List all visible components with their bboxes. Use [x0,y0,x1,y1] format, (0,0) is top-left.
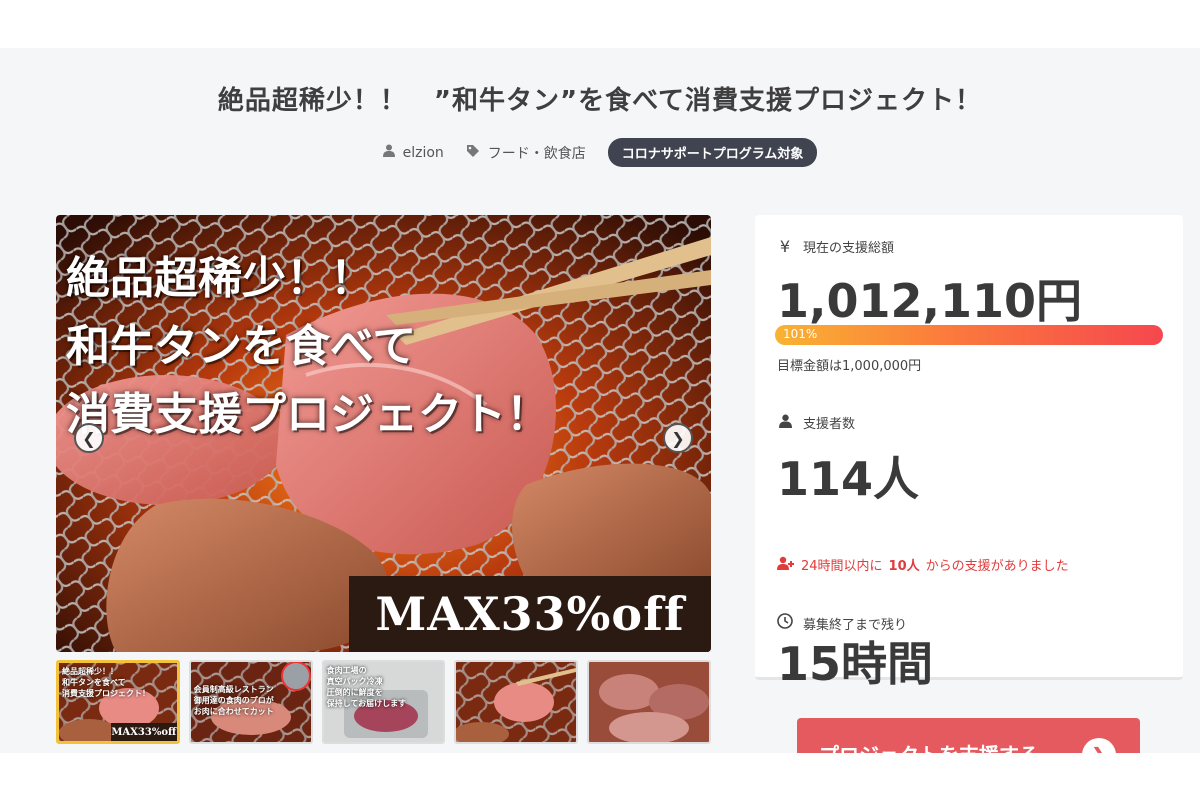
backers-label-text: 支援者数 [803,417,856,432]
user-icon [382,144,395,161]
thumbnail-banner: MAX33%off [110,723,177,741]
funding-stats-panel: ¥ 現在の支援総額 1,012,110円 101% 目標金額は1,000,000… [755,215,1183,687]
project-page: 絶品超稀少！！ ”和牛タン”を食べて消費支援プロジェクト！ elzion フード… [0,48,1200,753]
discount-banner: MAX33%off [349,576,711,652]
thumbnail-caption-line: 真空パック冷凍 [326,677,383,686]
tag-icon [466,144,480,162]
remaining-value: 15時間 [777,637,934,691]
chevron-left-icon: ❮ [82,428,96,448]
thumbnail-image [456,662,577,742]
thumbnail-1[interactable]: 絶品超稀少！！ 和牛タンを食べて 消費支援プロジェクト！ MAX33%off [56,660,180,744]
thumbnail-caption-line: 保持してお届けします [326,699,407,708]
category-name: フード・飲食店 [487,145,586,162]
thumbnail-caption-line: 和牛タンを食べて [62,678,126,687]
hero-overlay-line: 和牛タンを食べて [66,321,417,372]
recent-backers-notice: 24時間以内に 10人 からの支援がありました [777,555,1069,574]
users-plus-icon [777,556,795,574]
thumbnail-caption-line: お肉に合わせてカット [193,707,274,716]
thumbnail-caption-line: 絶品超稀少！！ [62,667,118,676]
recent-count: 10人 [888,559,920,574]
thumbnail-caption-line: 会員制高級レストラン [193,685,274,694]
thumbnail-caption: 会員制高級レストラン 御用達の食肉のプロが お肉に合わせてカット [194,684,274,717]
page-bottom-area [0,753,1200,800]
carousel-next-button[interactable]: ❯ [663,423,693,453]
progress-percent: 101% [783,327,818,341]
remaining-label-text: 募集終了まで残り [803,617,908,633]
thumbnail-caption-line: 圧倒的に鮮度を [326,688,383,697]
thumbnail-2[interactable]: 会員制高級レストラン 御用達の食肉のプロが お肉に合わせてカット [188,660,313,744]
thumbnail-caption-line: 消費支援プロジェクト！ [62,689,150,698]
support-project-button[interactable]: プロジェクトを支援する ❯ [797,718,1140,753]
project-meta: elzion フード・飲食店 コロナサポートプログラム対象 [0,138,1200,167]
arrow-right-circle-icon: ❯ [1082,738,1116,753]
thumbnail-caption-line: 御用達の食肉のプロが [193,696,274,705]
backers-value: 114人 [777,452,920,506]
thumbnail-5[interactable] [587,660,711,744]
carousel-prev-button[interactable]: ❮ [74,423,104,453]
thumbnail-caption-line: 食肉工場の [326,666,367,675]
amount-label: ¥ 現在の支援総額 [777,237,894,256]
funding-progress-bar: 101% [775,325,1163,345]
thumbnail-caption: 絶品超稀少！！ 和牛タンを食べて 消費支援プロジェクト！ [62,666,150,699]
clock-icon [777,613,793,633]
recent-suffix: からの支援がありました [925,559,1069,574]
program-badge[interactable]: コロナサポートプログラム対象 [607,138,818,167]
remaining-label: 募集終了まで残り [777,613,907,633]
support-button-label: プロジェクトを支援する [819,739,1039,754]
hero-overlay-line: 絶品超稀少！！ [66,253,374,304]
thumbnail-3[interactable]: 食肉工場の 真空パック冷凍 圧倒的に鮮度を 保持してお届けします [321,660,446,744]
project-title: 絶品超稀少！！ ”和牛タン”を食べて消費支援プロジェクト！ [217,86,983,116]
category-link[interactable]: フード・飲食店 [466,143,586,163]
hero-carousel[interactable]: 絶品超稀少！！ 和牛タンを食べて 消費支援プロジェクト！ MAX33%off ❮… [56,215,711,652]
thumbnail-image [589,662,709,742]
user-icon [777,413,793,432]
author-name: elzion [402,144,444,161]
amount-label-text: 現在の支援総額 [803,241,895,256]
goal-amount: 目標金額は1,000,000円 [777,359,922,374]
thumbnail-4[interactable] [454,660,579,744]
thumbnail-strip: 絶品超稀少！！ 和牛タンを食べて 消費支援プロジェクト！ MAX33%off 会… [56,660,711,744]
backers-label: 支援者数 [777,413,855,432]
author-link[interactable]: elzion [382,144,444,161]
yen-icon: ¥ [779,237,791,256]
hero-overlay-line: 消費支援プロジェクト！ [66,389,550,440]
amount-value: 1,012,110円 [777,274,1082,328]
recent-prefix: 24時間以内に [801,559,883,574]
hero-overlay-text: 絶品超稀少！！ 和牛タンを食べて 消費支援プロジェクト！ [66,245,550,449]
thumbnail-caption: 食肉工場の 真空パック冷凍 圧倒的に鮮度を 保持してお届けします [327,665,407,709]
chevron-right-icon: ❯ [671,428,685,448]
